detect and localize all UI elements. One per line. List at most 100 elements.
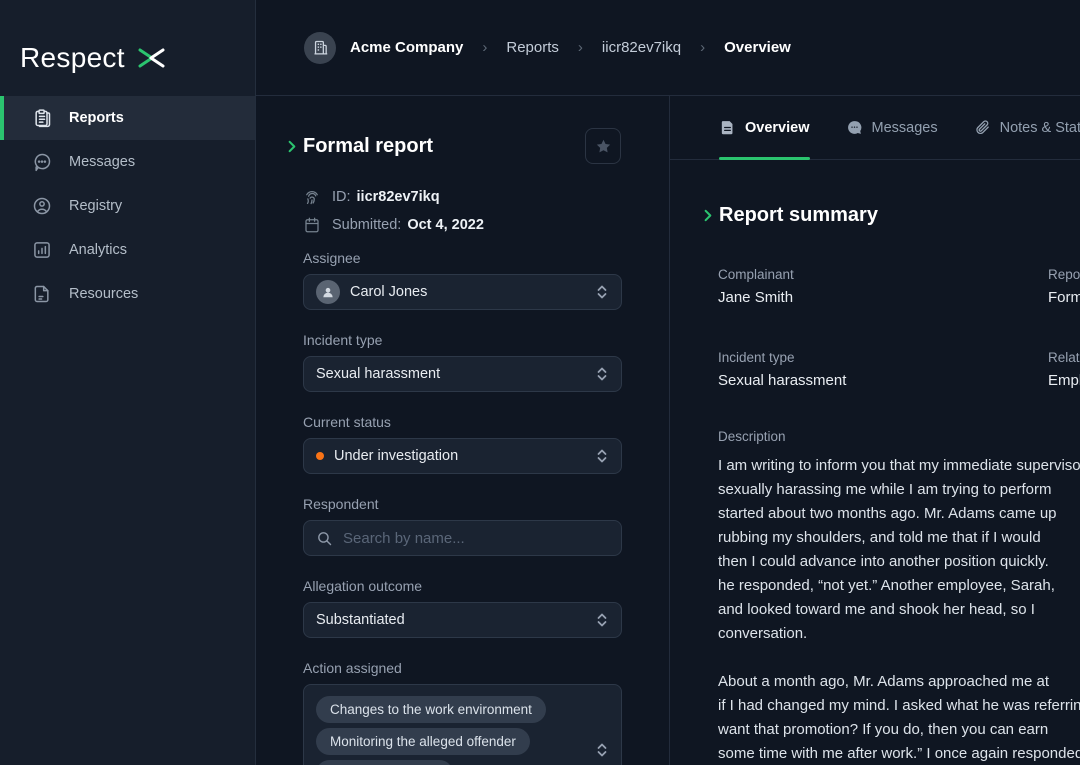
description-line: I am writing to inform you that my immed… <box>718 457 1080 474</box>
sidebar-nav: Reports Messages Registry Analytics <box>0 96 255 316</box>
incident-type-select[interactable]: Sexual harassment <box>303 356 622 392</box>
tab-notes-statements[interactable]: Notes & Statements <box>974 96 1080 159</box>
action-pill: Changes to the work environment <box>316 696 546 723</box>
description-label: Description <box>718 429 1080 444</box>
sidebar-item-messages[interactable]: Messages <box>0 140 255 184</box>
paperclip-icon <box>974 119 991 136</box>
field-value: Employee <box>1048 372 1080 389</box>
field-label: Relationship <box>1048 350 1080 365</box>
description-line: some time with me after work.” I once ag… <box>718 745 1080 762</box>
sidebar-item-analytics[interactable]: Analytics <box>0 228 255 272</box>
description-line: if I had changed my mind. I asked what h… <box>718 697 1080 714</box>
description-line: started about two months ago. Mr. Adams … <box>718 505 1057 522</box>
report-id-value: iicr82ev7ikq <box>357 189 440 205</box>
action-assigned-label: Action assigned <box>303 660 622 676</box>
field-value: Formal <box>1048 289 1080 306</box>
report-submitted-value: Oct 4, 2022 <box>407 217 484 233</box>
sidebar: Respect Reports Messages <box>0 0 256 765</box>
document-icon <box>32 284 52 304</box>
overview-content: Report summary Complainant Jane Smith Re… <box>670 160 1080 765</box>
chevron-right-icon[interactable] <box>284 139 299 154</box>
description-paragraph: I am writing to inform you that my immed… <box>718 454 1080 646</box>
breadcrumb-bar: Acme Company › Reports › iicr82ev7ikq › … <box>256 0 1080 96</box>
action-pill: Disciplinary action <box>316 760 453 765</box>
respondent-label: Respondent <box>303 496 622 512</box>
current-status-select[interactable]: Under investigation <box>303 438 622 474</box>
clipboard-icon <box>32 108 52 128</box>
sidebar-item-label: Reports <box>69 110 124 126</box>
report-submitted-row: Submitted: Oct 4, 2022 <box>303 216 621 234</box>
description-line: and looked toward me and shook her head,… <box>718 601 1035 618</box>
breadcrumb-company[interactable]: Acme Company <box>350 39 463 56</box>
field-value: Sexual harassment <box>718 372 1048 389</box>
report-meta: ID: iicr82ev7ikq Submitted: Oct 4, 2022 <box>303 188 621 234</box>
chevron-updown-icon <box>595 742 609 763</box>
calendar-icon <box>303 216 321 234</box>
logo[interactable]: Respect <box>0 0 255 90</box>
report-id-label: ID: <box>332 189 351 205</box>
sidebar-item-label: Messages <box>69 154 135 170</box>
current-status-value: Under investigation <box>334 448 458 464</box>
breadcrumb-reports[interactable]: Reports <box>506 39 559 56</box>
sidebar-item-reports[interactable]: Reports <box>0 96 255 140</box>
respondent-search-input[interactable] <box>343 530 609 547</box>
report-fields: Assignee Carol Jones Incident type Sexua… <box>303 250 622 765</box>
bar-chart-icon <box>32 240 52 260</box>
assignee-label: Assignee <box>303 250 622 266</box>
tab-messages[interactable]: Messages <box>846 96 938 159</box>
description-line: About a month ago, Mr. Adams approached … <box>718 673 1049 690</box>
description-line: conversation. <box>718 625 807 642</box>
chevron-updown-icon <box>595 284 609 300</box>
bookmark-button[interactable] <box>585 128 621 164</box>
description-line: he responded, “not yet.” Another employe… <box>718 577 1055 594</box>
star-icon <box>595 138 612 155</box>
incident-type-value: Sexual harassment <box>316 366 440 382</box>
app-root: Respect Reports Messages <box>0 0 1080 765</box>
summary-title: Report summary <box>719 204 878 227</box>
assignee-value: Carol Jones <box>350 284 427 300</box>
chevron-right-icon[interactable] <box>700 208 715 223</box>
report-panel: Formal report ID: iicr82ev7ikq Submitted:… <box>256 96 670 765</box>
detail-panel: Overview Messages Notes & Statements <box>670 96 1080 765</box>
sidebar-item-registry[interactable]: Registry <box>0 184 255 228</box>
chevron-right-icon: › <box>477 39 492 56</box>
field-label: Incident type <box>718 350 1048 365</box>
chevron-updown-icon <box>595 366 609 382</box>
field-value: Jane Smith <box>718 289 1048 306</box>
breadcrumb-current: Overview <box>724 39 791 56</box>
summary-field-report-type: Report type Formal <box>1048 267 1080 306</box>
chat-bubble-icon <box>32 152 52 172</box>
summary-field-relationship: Relationship Employee <box>1048 350 1080 389</box>
allegation-outcome-value: Substantiated <box>316 612 405 628</box>
description-line: sexually harassing me while I am trying … <box>718 481 1051 498</box>
tab-label: Messages <box>872 120 938 136</box>
summary-grid: Complainant Jane Smith Report type Forma… <box>718 267 1080 389</box>
allegation-outcome-select[interactable]: Substantiated <box>303 602 622 638</box>
field-label: Complainant <box>718 267 1048 282</box>
chevron-updown-icon <box>595 612 609 628</box>
respondent-search <box>303 520 622 556</box>
allegation-outcome-label: Allegation outcome <box>303 578 622 594</box>
description-line: then I could advance into another positi… <box>718 553 1049 570</box>
action-pill: Monitoring the alleged offender <box>316 728 530 755</box>
description-section: Description I am writing to inform you t… <box>718 429 1080 765</box>
sidebar-item-label: Registry <box>69 198 122 214</box>
tab-label: Notes & Statements <box>1000 120 1080 136</box>
chevron-updown-icon <box>595 448 609 464</box>
avatar <box>316 280 340 304</box>
assignee-select[interactable]: Carol Jones <box>303 274 622 310</box>
sidebar-item-resources[interactable]: Resources <box>0 272 255 316</box>
field-label: Report type <box>1048 267 1080 282</box>
breadcrumb-report-id[interactable]: iicr82ev7ikq <box>602 39 681 56</box>
report-title: Formal report <box>303 135 433 158</box>
summary-field-complainant: Complainant Jane Smith <box>718 267 1048 306</box>
chevron-right-icon: › <box>695 39 710 56</box>
sidebar-item-label: Resources <box>69 286 138 302</box>
action-assigned-select[interactable]: Changes to the work environment Monitori… <box>303 684 622 765</box>
current-status-label: Current status <box>303 414 622 430</box>
incident-type-label: Incident type <box>303 332 622 348</box>
report-panel-heading: Formal report <box>284 128 621 164</box>
report-submitted-label: Submitted: <box>332 217 401 233</box>
tab-overview[interactable]: Overview <box>719 96 810 159</box>
summary-heading: Report summary <box>700 204 1080 227</box>
